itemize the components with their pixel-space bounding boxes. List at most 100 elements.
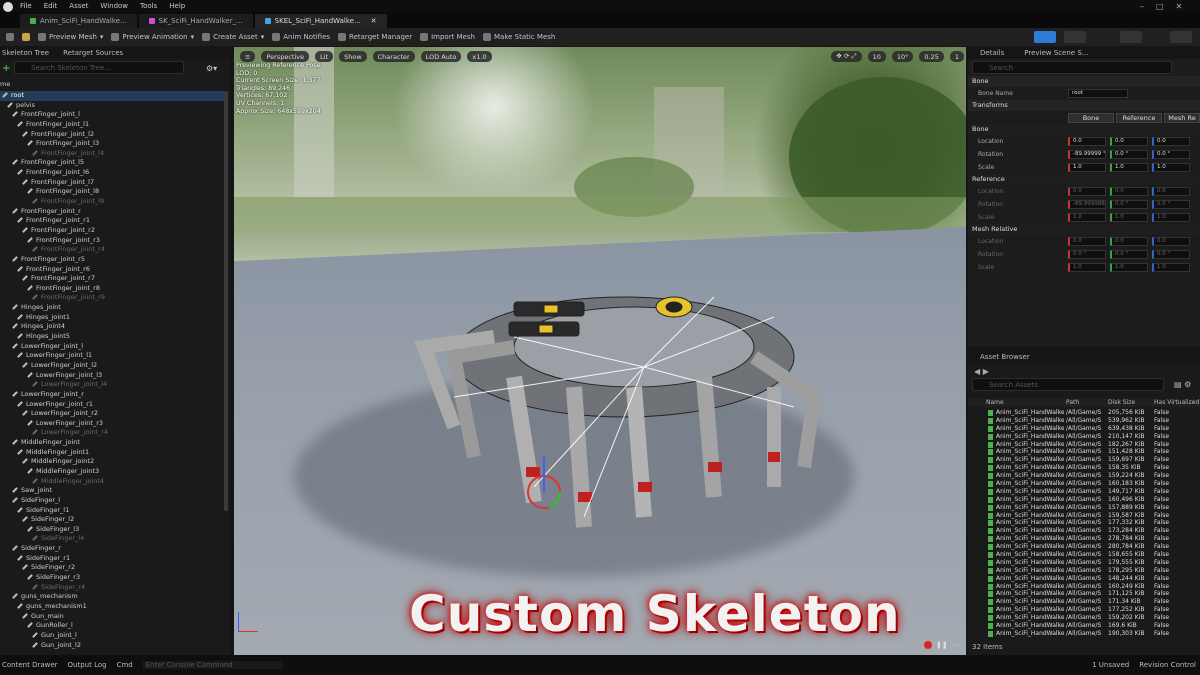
pause-icon[interactable]: ❚❚ — [936, 641, 948, 649]
tree-row[interactable]: FrontFinger_joint_l1 — [0, 120, 224, 130]
menu-edit[interactable]: Edit — [44, 2, 58, 10]
asset-row[interactable]: Anim_SciFi_HandWalke/All/Game/S 160,183 K… — [968, 480, 1200, 488]
transforms-section-header[interactable]: Transforms — [968, 100, 1200, 111]
asset-row[interactable]: Anim_SciFi_HandWalke/All/Game/S 173,284 K… — [968, 527, 1200, 535]
tree-row[interactable]: LowerFinger_joint_r1 — [0, 400, 224, 410]
tree-row[interactable]: Saw_joint — [0, 486, 224, 496]
add-icon[interactable]: + — [2, 63, 10, 74]
tree-row[interactable]: FrontFinger_joint_l7 — [0, 178, 224, 188]
asset-row[interactable]: Anim_SciFi_HandWalke/All/Game/S 182,267 K… — [968, 441, 1200, 449]
asset-row[interactable]: Anim_SciFi_HandWalke/All/Game/S 160,496 K… — [968, 496, 1200, 504]
bone-section-header[interactable]: Bone — [968, 76, 1200, 87]
tree-row[interactable]: LowerFinger_joint_r — [0, 390, 224, 400]
tree-row[interactable]: SideFinger_r2 — [0, 563, 224, 573]
tree-row[interactable]: SideFinger_l1 — [0, 506, 224, 516]
tree-row[interactable]: MiddleFinger_joint1 — [0, 448, 224, 458]
lod-button[interactable]: LOD Auto — [420, 51, 462, 62]
tree-row[interactable]: Hinges_joint1 — [0, 313, 224, 323]
asset-row[interactable]: Anim_SciFi_HandWalke/All/Game/S 539,962 K… — [968, 417, 1200, 425]
tab-skeletal-mesh[interactable]: SK_SciFi_HandWalker_... — [138, 14, 253, 28]
show-button[interactable]: Show — [339, 51, 367, 62]
tree-row[interactable]: FrontFinger_joint_l9 — [0, 197, 224, 207]
tab-details[interactable]: Details — [980, 49, 1004, 57]
transform-value-field[interactable]: 1.0 — [1068, 263, 1106, 272]
tree-row[interactable]: GunRoller_l — [0, 621, 224, 631]
record-icon[interactable] — [924, 641, 932, 649]
import-mesh-button[interactable]: Import Mesh — [420, 33, 475, 41]
asset-row[interactable]: Anim_SciFi_HandWalke/All/Game/S 171.34 Ki… — [968, 598, 1200, 606]
mesh-mode-button[interactable] — [1064, 31, 1086, 43]
asset-row[interactable]: Anim_SciFi_HandWalke/All/Game/S 158.35 Ki… — [968, 464, 1200, 472]
lit-button[interactable]: Lit — [315, 51, 334, 62]
transform-value-field[interactable]: 0.0 ° — [1110, 200, 1148, 209]
tab-retarget-sources[interactable]: Retarget Sources — [63, 49, 123, 57]
transform-value-field[interactable]: 0.0 — [1068, 237, 1106, 246]
tree-row[interactable]: Gun_joint_l — [0, 631, 224, 641]
browse-icon[interactable] — [22, 33, 30, 41]
asset-row[interactable]: Anim_SciFi_HandWalke/All/Game/S 151,428 K… — [968, 448, 1200, 456]
revision-control-button[interactable]: Revision Control — [1139, 661, 1196, 669]
transform-value-field[interactable]: 0.0 ° — [1110, 150, 1148, 159]
asset-row[interactable]: Anim_SciFi_HandWalke/All/Game/S 159,202 K… — [968, 614, 1200, 622]
nav-arrows[interactable]: ◀ ▶ — [974, 367, 989, 376]
transform-value-field[interactable]: 0.0 ° — [1152, 150, 1190, 159]
skeleton-mode-button[interactable] — [1034, 31, 1056, 43]
output-log-button[interactable]: Output Log — [68, 661, 107, 669]
tab-skeleton[interactable]: SKEL_SciFi_HandWalke... ✕ — [254, 14, 387, 28]
menu-window[interactable]: Window — [100, 2, 128, 10]
tree-row[interactable]: LowerFinger_joint_l2 — [0, 361, 224, 371]
tree-row[interactable]: FrontFinger_joint_r9 — [0, 293, 224, 303]
asset-row[interactable]: Anim_SciFi_HandWalke/All/Game/S 160,249 K… — [968, 583, 1200, 591]
tree-row[interactable]: FrontFinger_joint_l — [0, 110, 224, 120]
tab-skeleton-tree[interactable]: Skeleton Tree — [2, 49, 49, 57]
tree-row[interactable]: MiddleFinger_joint2 — [0, 457, 224, 467]
tab-preview-scene[interactable]: Preview Scene S... — [1024, 49, 1088, 57]
tree-row[interactable]: LowerFinger_joint_l4 — [0, 380, 224, 390]
tree-row[interactable]: FrontFinger_joint_l3 — [0, 139, 224, 149]
asset-row[interactable]: Anim_SciFi_HandWalke/All/Game/S 177,252 K… — [968, 606, 1200, 614]
rotation-snap-value[interactable]: 10° — [891, 51, 914, 62]
tree-row[interactable]: MiddleFinger_joint3 — [0, 467, 224, 477]
physics-mode-button[interactable] — [1170, 31, 1192, 43]
asset-row[interactable]: Anim_SciFi_HandWalke/All/Game/S 179,555 K… — [968, 559, 1200, 567]
perspective-button[interactable]: Perspective — [261, 51, 310, 62]
tree-row[interactable]: LowerFinger_joint_r3 — [0, 419, 224, 429]
scale-snap-value[interactable]: 0.25 — [919, 51, 944, 62]
asset-row[interactable]: Anim_SciFi_HandWalke/All/Game/S 157,889 K… — [968, 504, 1200, 512]
tree-row[interactable]: root — [0, 91, 224, 101]
cmd-dropdown[interactable]: Cmd — [117, 661, 133, 669]
anim-notifies-button[interactable]: Anim Notifies — [272, 33, 330, 41]
tree-row[interactable]: guns_mechanism1 — [0, 602, 224, 612]
tree-row[interactable]: FrontFinger_joint_l5 — [0, 158, 224, 168]
save-icon[interactable] — [6, 33, 14, 41]
tree-row[interactable]: MiddleFinger_joint4 — [0, 477, 224, 487]
transform-value-field[interactable]: 0.0 — [1152, 137, 1190, 146]
group-header[interactable]: Bone — [968, 124, 1200, 135]
transform-value-field[interactable]: 1.0 — [1152, 213, 1190, 222]
tree-row[interactable]: FrontFinger_joint_r5 — [0, 255, 224, 265]
tree-row[interactable]: LowerFinger_joint_r4 — [0, 428, 224, 438]
unsaved-indicator[interactable]: 1 Unsaved — [1092, 661, 1129, 669]
tree-row[interactable]: MiddleFinger_joint — [0, 438, 224, 448]
asset-row[interactable]: Anim_SciFi_HandWalke/All/Game/S 148,244 K… — [968, 575, 1200, 583]
tree-row[interactable]: Hinges_joint — [0, 303, 224, 313]
tree-row[interactable]: FrontFinger_joint_r7 — [0, 274, 224, 284]
tree-row[interactable]: FrontFinger_joint_l4 — [0, 149, 224, 159]
tree-row[interactable]: FrontFinger_joint_r — [0, 207, 224, 217]
viewport-menu-button[interactable]: ≡ — [240, 51, 256, 62]
asset-row[interactable]: Anim_SciFi_HandWalke/All/Game/S 159,224 K… — [968, 472, 1200, 480]
transform-value-field[interactable]: 1.0 — [1152, 163, 1190, 172]
tree-row[interactable]: FrontFinger_joint_l2 — [0, 130, 224, 140]
menu-asset[interactable]: Asset — [69, 2, 88, 10]
preview-viewport[interactable]: ≡ Perspective Lit Show Character LOD Aut… — [234, 47, 966, 655]
tree-row[interactable]: LowerFinger_joint_r2 — [0, 409, 224, 419]
asset-search-input[interactable]: Search Assets — [972, 378, 1164, 391]
transform-value-field[interactable]: 0.0 — [1152, 187, 1190, 196]
transform-value-field[interactable]: 0.0 ° — [1110, 250, 1148, 259]
tree-row[interactable]: SideFinger_l4 — [0, 534, 224, 544]
transform-value-field[interactable]: 0.0 ° — [1152, 250, 1190, 259]
tree-row[interactable]: FrontFinger_joint_r8 — [0, 284, 224, 294]
menu-tools[interactable]: Tools — [140, 2, 157, 10]
asset-row[interactable]: Anim_SciFi_HandWalke/All/Game/S 280,784 K… — [968, 543, 1200, 551]
transform-value-field[interactable]: 1.0 — [1110, 163, 1148, 172]
